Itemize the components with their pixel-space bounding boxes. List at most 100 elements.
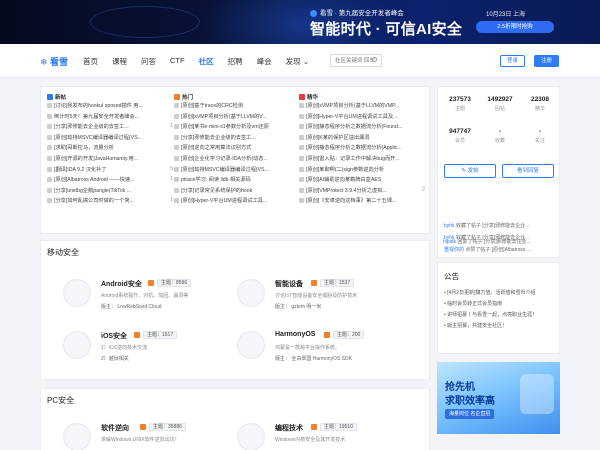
forum-name[interactable]: 智能设备 [275, 279, 303, 289]
forum-card-reverse-engineering[interactable]: 软件逆向 主题：35886 讲解Windows,UNIX软件逆向出坑！ [63, 423, 243, 450]
post-title[interactable]: [原创]Albatross Android ——快速... [54, 177, 134, 183]
post-row[interactable]: [原创]xVMP项目分析(基于LLVM的VMP... [299, 102, 425, 113]
banner-cta-button[interactable]: 2.5折限时抢购 [476, 21, 554, 33]
post-row[interactable]: [原创]Albatross Android ——快速... 1 [47, 176, 173, 187]
search-icon[interactable] [372, 57, 377, 62]
post-row[interactable]: [原创]开源的开发]JavaHumanity.用... [47, 155, 173, 166]
activity-item[interactable]: byhk 收藏了帖子 [分享]邪修能去企业... [444, 222, 556, 229]
post-row[interactable]: [分享]记录常见系统保护的hook [174, 187, 300, 198]
post-title[interactable]: [原创]基于trace的CRC检测 [181, 103, 243, 109]
site-logo[interactable]: ❄ 看雪 [40, 55, 68, 68]
post-row[interactable]: [原创]AI辅助逆向某勒牌白盒AES [299, 176, 425, 187]
activity-user[interactable]: byhk [444, 223, 455, 229]
activity-item[interactable]: hlpidk 回复了帖子 [分享]邪修能去企业... [443, 238, 555, 245]
post-title[interactable]: [原创]开源的开发]JavaHumanity.用... [54, 156, 138, 162]
post-row[interactable]: [讨论]我发布的hookui xposed插件 用... [47, 102, 173, 113]
post-row[interactable]: [原创]Hyper-V平台UM进程调试工具及... [299, 113, 425, 124]
post-title[interactable]: [原创]雷入贴：记录工作中解决bug而开... [306, 156, 400, 162]
forum-name[interactable]: Android安全 [101, 279, 142, 289]
activity-user[interactable]: 重视你的 [444, 247, 464, 253]
jobs-ad-banner[interactable]: 抢先机 求职效率高 海量岗位 名企直招 [437, 362, 560, 434]
post-title[interactable]: [翻译]IDA 9.2 汉化补丁 [54, 167, 106, 173]
top-banner[interactable]: 看雪 · 第九届安全开发者峰会 智能时代 · 可信AI安全 10月23日 上海 … [0, 0, 600, 44]
post-row[interactable]: [原创]某聊啊(二)sign参数逆向分析 [299, 166, 425, 177]
post-row[interactable]: [分享]如何乱搞公司时做的一个简... 1 [47, 197, 173, 208]
post-title[interactable]: [分享]邪修能去企业级的去签工... [54, 124, 129, 130]
post-title[interactable]: 倒计时5天！第九届安全开发者峰会... [54, 114, 139, 120]
nav-item-qa[interactable]: 问答 [141, 56, 156, 67]
forum-name[interactable]: HarmonyOS [275, 331, 315, 338]
post-row[interactable]: [原创]基于trace的CRC检测 [174, 102, 300, 113]
post-title[interactable]: [原创]某聊啊(二)sign参数逆向分析 [306, 167, 384, 173]
forum-card-programming[interactable]: 编程技术 主题：19510 Windows内核安全及其开发技术 [237, 423, 417, 450]
notice-item[interactable]: • 版主招募，共建安全社区！ [444, 322, 507, 329]
post-row[interactable]: [原创]VMProtect 3.9.4分析之虚拟... 2 [299, 186, 425, 198]
forum-name[interactable]: 软件逆向 [101, 423, 129, 433]
post-title[interactable]: [原创]劫持MSVC编译器编译过程(VS... [181, 167, 269, 173]
post-row[interactable]: [分享]邪修能去企业级的去签工... [174, 134, 300, 145]
post-title[interactable]: [原创]VMProtect 3.9.4分析之虚拟... [306, 188, 387, 194]
post-title[interactable]: [分享]如何乱搞公司时做的一个简... [54, 198, 134, 204]
post-row[interactable]: [原创]逆向之常用算法识别方式 [174, 144, 300, 155]
post-row[interactable]: [原创]劫持MSVC编译器编译过程(VS... [174, 166, 300, 177]
post-row[interactable]: [原创]静态程序分析之数据流分析(Applic... [299, 144, 425, 155]
register-button[interactable]: 注册 [534, 55, 559, 67]
view-replies-button[interactable]: 看到回复 [502, 164, 554, 178]
post-row[interactable]: 倒计时5天！第九届安全开发者峰会... [47, 113, 173, 124]
post-title[interactable]: [原创]xVMP项目分析(基于LLVM的VMP... [306, 103, 399, 109]
forum-card-smart-devices[interactable]: 智能设备 主题：1537 讨论IoT智能设备安全威胁及防护技术 版主： gzte… [237, 279, 417, 327]
notice-text[interactable]: [4月2日更新]魏力值、活跃值和雪币介绍 [447, 290, 535, 296]
post-row[interactable]: [分享]unidbg企鹅pangle(TikTok ... [47, 187, 173, 198]
stat-favorites[interactable]: - 收藏 [480, 128, 520, 144]
post-row[interactable]: [原创]劫持MSVC编译器编译过程(VS... [47, 134, 173, 145]
notice-text[interactable]: 临时会员转正式会员指南 [447, 301, 502, 307]
post-row[interactable]: [原创]xVMP项目分析(基于LLVM的V... [174, 113, 300, 124]
notice-text[interactable]: 版主招募，共建安全社区！ [447, 323, 507, 329]
forum-card-android[interactable]: Android安全 主题：8596 Android系统提升、对抗、加固、漏洞等 … [63, 279, 243, 327]
post-row[interactable]: [原创]某书x-mini-s1参数分析及vm还原 [174, 123, 300, 134]
post-title[interactable]: [原创]AI辅助逆向某勒牌白盒AES [306, 177, 381, 183]
nav-item-ctf[interactable]: CTF [170, 56, 185, 67]
post-title[interactable]: [原创]劫持MSVC编译器编译过程(VS... [54, 135, 142, 141]
post-row[interactable]: ptrace学习: 阅读 lldb 相关源码 [174, 176, 300, 187]
post-title[interactable]: [原创]K某的保护区溢出漏洞 [306, 135, 369, 141]
post-row[interactable]: [分享]邪修能去企业级的去签工... 1 [47, 123, 173, 134]
post-title[interactable]: [分享]记录常见系统保护的hook [181, 188, 252, 194]
post-row[interactable]: [求助]哥斯拉马，流量分析 [47, 144, 173, 155]
stat-follows[interactable]: - 关注 [520, 128, 560, 144]
nav-item-community[interactable]: 社区 [199, 56, 214, 67]
post-title[interactable]: [讨论]我发布的hookui xposed插件 用... [54, 103, 143, 109]
activity-user[interactable]: hlpidk [443, 239, 456, 245]
nav-item-discover[interactable]: 发现 ⌄ [286, 56, 309, 67]
forum-card-ios[interactable]: iOS安全 主题：1517 1）iOS逆向技术交流 2）越狱相关 [63, 331, 243, 379]
forum-name[interactable]: 编程技术 [275, 423, 303, 433]
nav-item-jobs[interactable]: 招聘 [228, 56, 243, 67]
activity-item[interactable]: 重视你的 点赞了帖子 [原创]Albatross ... [444, 246, 556, 253]
column-header[interactable]: 精华 [299, 93, 425, 102]
post-row[interactable]: [原创]《安卓逆向这档事》第二十五课... [299, 197, 425, 208]
nav-item-summit[interactable]: 峰会 [257, 56, 272, 67]
post-title[interactable]: [分享]unidbg企鹅pangle(TikTok ... [54, 188, 131, 194]
post-row[interactable]: [原创]企业化学习记录-IDA分析(动态... [174, 155, 300, 166]
nav-item-courses[interactable]: 课程 [112, 56, 127, 67]
post-title[interactable]: [原创]静态程序分析之数据流分析(Applic... [306, 145, 402, 151]
column-header[interactable]: 新帖 [47, 93, 173, 102]
nav-item-home[interactable]: 首页 [83, 56, 98, 67]
notice-item[interactable]: • 临时会员转正式会员指南 [444, 300, 502, 307]
new-post-button[interactable]: ✎ 发帖 [444, 164, 496, 178]
post-title[interactable]: [原创]Hyper-V平台UM进程调试工具... [181, 198, 267, 204]
post-title[interactable]: ptrace学习: 阅读 lldb 相关源码 [181, 177, 251, 183]
post-row[interactable]: [原创]K某的保护区溢出漏洞 [299, 134, 425, 145]
column-header[interactable]: 热门 [174, 93, 300, 102]
forum-card-harmonyos[interactable]: HarmonyOS 主题：200 鸿蒙是一款跨平台操作系统。 版主： 全白翠国 … [237, 331, 417, 379]
notice-item[interactable]: • [4月2日更新]魏力值、活跃值和雪币介绍 [444, 289, 535, 296]
post-title[interactable]: [原创]企业化学习记录-IDA分析(动态... [181, 156, 268, 162]
post-title[interactable]: [分享]邪修能去企业级的去签工... [181, 135, 256, 141]
post-row[interactable]: [原创]雷入贴：记录工作中解决bug而开... [299, 155, 425, 166]
post-title[interactable]: [原创]静态程序分析之数据流分析(Found... [306, 124, 402, 130]
post-title[interactable]: [原创]《安卓逆向这档事》第二十五课... [306, 198, 396, 204]
post-title[interactable]: [原创]xVMP项目分析(基于LLVM的V... [181, 114, 267, 120]
login-button[interactable]: 登录 [500, 55, 525, 67]
post-title[interactable]: [原创]某书x-mini-s1参数分析及vm还原 [181, 124, 269, 130]
post-title[interactable]: [求助]哥斯拉马，流量分析 [54, 145, 114, 151]
